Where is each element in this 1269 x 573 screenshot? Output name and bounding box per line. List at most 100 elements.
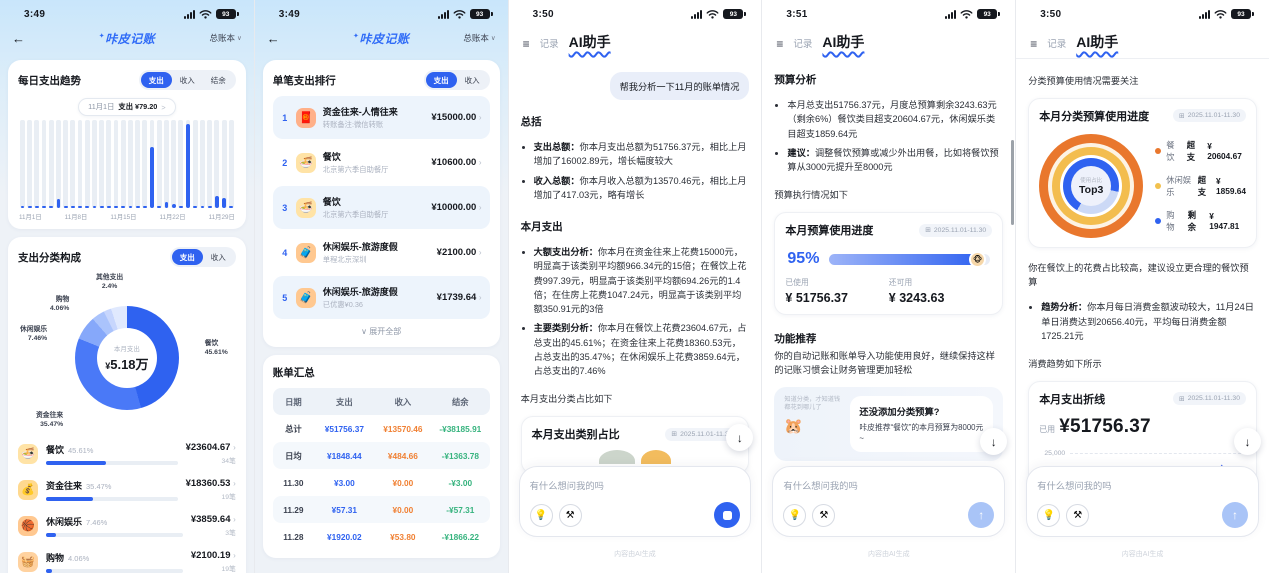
tab-ai-assistant[interactable]: AI助手 bbox=[569, 32, 611, 52]
calendar-icon: ⊞ bbox=[1179, 112, 1185, 120]
category-progress bbox=[46, 533, 183, 537]
down-arrow-icon: ↓ bbox=[737, 431, 743, 445]
bill-summary-card: 账单汇总 日期支出收入结余 总计¥51756.37¥13570.46-¥3818… bbox=[263, 355, 500, 558]
idea-button[interactable]: 💡 bbox=[1037, 504, 1060, 527]
stop-icon bbox=[723, 511, 732, 520]
budget-ring-chart: 使用占比 Top3 bbox=[1039, 134, 1143, 238]
bullet-item: 支出总额：你本月支出总额为51756.37元，相比上月增加了16002.89元，… bbox=[534, 140, 750, 169]
idea-button[interactable]: 💡 bbox=[783, 504, 806, 527]
status-bar: 3:49 93 bbox=[255, 0, 508, 24]
legend-dot-blue bbox=[1155, 218, 1161, 224]
tab-ai-assistant[interactable]: AI助手 bbox=[1076, 32, 1118, 52]
tools-button[interactable]: ⚒ bbox=[559, 504, 582, 527]
table-header-row: 日期支出收入结余 bbox=[273, 388, 490, 415]
bullet-item: 本月总支出51756.37元，月度总预算剩余3243.63元（剩余6%）餐饮类目… bbox=[787, 98, 1003, 141]
scroll-down-button[interactable]: ↓ bbox=[980, 428, 1007, 455]
lightbulb-icon: 💡 bbox=[1042, 510, 1054, 521]
budget-progress-bar: 95% 🐵 bbox=[787, 250, 990, 268]
status-icons: 93 bbox=[184, 9, 236, 19]
rank-row[interactable]: 4 🧳 休闲娱乐-旅游度假单程北京深圳 ¥2100.00 › bbox=[273, 231, 490, 274]
rank-row[interactable]: 1 🧧 资金往来-人情往来转账备注:微信转账 ¥15000.00 › bbox=[273, 96, 490, 139]
status-bar: 3:49 93 bbox=[0, 0, 254, 24]
signal-icon bbox=[691, 10, 702, 19]
tab-expense[interactable]: 支出 bbox=[172, 249, 203, 265]
chat-input-area: 💡 ⚒ ↑ 内容由AI生成 bbox=[772, 466, 1005, 559]
card-title: 本月分类预算使用进度 bbox=[1039, 108, 1149, 124]
donut-label-shopping: 购物4.06% bbox=[50, 295, 69, 313]
lightbulb-icon: 💡 bbox=[789, 510, 801, 521]
legend-dot-yellow bbox=[1155, 183, 1161, 189]
tab-records[interactable]: 记录 bbox=[540, 36, 559, 52]
bar-slot bbox=[106, 120, 111, 208]
chevron-right-icon: › bbox=[233, 551, 236, 560]
battery-icon: 93 bbox=[216, 9, 236, 19]
category-budget-promo-card[interactable]: 知道分类，才知道钱都花到哪儿了 🐹 还没添加分类预算? 咔皮推荐“餐饮”的本月预… bbox=[774, 387, 1003, 462]
donut-chart-area: 其他支出2.4% 购物4.06% 休闲娱乐7.46% 资金往来35.47% 餐饮… bbox=[18, 273, 236, 431]
bar-slot bbox=[193, 120, 198, 208]
category-row-transfer[interactable]: 💰 资金往来35.47% ¥18360.53 › 19笔 bbox=[18, 471, 236, 507]
tab-ai-assistant[interactable]: AI助手 bbox=[822, 32, 864, 52]
down-arrow-icon: ↓ bbox=[1244, 435, 1250, 449]
chat-input-area: 💡 ⚒ 内容由AI生成 bbox=[519, 466, 752, 559]
chat-input[interactable] bbox=[783, 481, 994, 491]
tools-button[interactable]: ⚒ bbox=[1066, 504, 1089, 527]
tab-records[interactable]: 记录 bbox=[793, 36, 812, 52]
status-bar: 3:50 93 bbox=[509, 0, 762, 24]
send-button[interactable]: ↑ bbox=[968, 502, 994, 528]
scroll-down-button[interactable]: ↓ bbox=[1234, 428, 1261, 455]
section-heading: 功能推荐 bbox=[774, 331, 1003, 346]
rank-row[interactable]: 5 🧳 休闲娱乐-旅游度假已优惠¥0.36 ¥1739.64 › bbox=[273, 276, 490, 319]
chat-input[interactable] bbox=[530, 481, 741, 491]
scrollbar[interactable] bbox=[1011, 140, 1014, 225]
rank-row[interactable]: 2 🍜 餐饮北京第六季自助餐厅 ¥10600.00 › bbox=[273, 141, 490, 184]
daily-bar-chart bbox=[18, 120, 236, 208]
category-budget-rings-card: 本月分类预算使用进度 ⊞2025.11.01-11.30 使用占比 Top3 bbox=[1028, 98, 1257, 248]
menu-icon[interactable]: ≡ bbox=[523, 38, 530, 52]
tab-income[interactable]: 收入 bbox=[457, 72, 488, 88]
bar-slot bbox=[157, 120, 162, 208]
expand-all-button[interactable]: ∨ 展开全部 bbox=[273, 319, 490, 339]
menu-icon[interactable]: ≡ bbox=[776, 38, 783, 52]
bar-slot bbox=[214, 120, 219, 208]
budget-bullets: 本月总支出51756.37元，月度总预算剩余3243.63元（剩余6%）餐饮类目… bbox=[774, 93, 1003, 179]
legend-dot-orange bbox=[1155, 148, 1161, 154]
screen-budget-analysis: 3:51 93 ≡ 记录 AI助手 预算分析 本月总支出51756.37元，月度… bbox=[761, 0, 1015, 573]
rank-row[interactable]: 3 🍜 餐饮北京第六季自助餐厅 ¥10000.00 › bbox=[273, 186, 490, 229]
luggage-icon: 🧳 bbox=[296, 288, 316, 308]
red-packet-icon: 🧧 bbox=[296, 108, 316, 128]
down-arrow-icon: ↓ bbox=[991, 435, 997, 449]
tab-balance[interactable]: 结余 bbox=[203, 72, 234, 88]
category-row-fun[interactable]: 🏀 休闲娱乐7.46% ¥3859.64 › 3笔 bbox=[18, 507, 236, 543]
section-heading: 预算分析 bbox=[774, 72, 1003, 87]
tools-button[interactable]: ⚒ bbox=[812, 504, 835, 527]
battery-icon: 93 bbox=[1231, 9, 1251, 19]
tab-income[interactable]: 收入 bbox=[172, 72, 203, 88]
category-row-shopping[interactable]: 🧺 购物4.06% ¥2100.19 › 19笔 bbox=[18, 543, 236, 573]
tab-income[interactable]: 收入 bbox=[203, 249, 234, 265]
tab-expense[interactable]: 支出 bbox=[426, 72, 457, 88]
tab-expense[interactable]: 支出 bbox=[141, 72, 172, 88]
account-book-dropdown[interactable]: 总账本∨ bbox=[463, 32, 495, 44]
account-book-dropdown[interactable]: 总账本∨ bbox=[210, 32, 242, 44]
tab-records[interactable]: 记录 bbox=[1047, 36, 1066, 52]
bar-slot bbox=[142, 120, 147, 208]
chevron-down-icon: ∨ bbox=[491, 34, 496, 42]
used-amount: 已用 ¥51756.37 bbox=[1039, 416, 1246, 438]
bar-slot bbox=[27, 120, 32, 208]
ring-center: 使用占比 Top3 bbox=[1071, 166, 1111, 206]
card-title: 本月支出类别占比 bbox=[532, 426, 620, 442]
send-button[interactable]: ↑ bbox=[1222, 502, 1248, 528]
status-icons: 93 bbox=[438, 9, 490, 19]
mascot-icon: 🐵 bbox=[969, 251, 986, 268]
idea-button[interactable]: 💡 bbox=[530, 504, 553, 527]
table-row: 11.30¥3.00¥0.00-¥3.00 bbox=[273, 469, 490, 496]
stop-button[interactable] bbox=[714, 502, 740, 528]
food-icon: 🍜 bbox=[296, 198, 316, 218]
screen-daily-trend: 3:49 93 ← ✦咔皮记账 总账本∨ 每日支出趋势 支出 收入 结余 bbox=[0, 0, 254, 573]
legend-item: 购物 剩余 ¥ 1947.81 bbox=[1155, 209, 1246, 233]
chat-input[interactable] bbox=[1037, 481, 1248, 491]
shopping-basket-icon: 🧺 bbox=[18, 552, 38, 572]
chart-tooltip[interactable]: 11月1日 支出 ¥79.20 > bbox=[78, 98, 175, 116]
category-row-food[interactable]: 🍜 餐饮45.61% ¥23604.67 › 34笔 bbox=[18, 435, 236, 471]
menu-icon[interactable]: ≡ bbox=[1030, 38, 1037, 52]
